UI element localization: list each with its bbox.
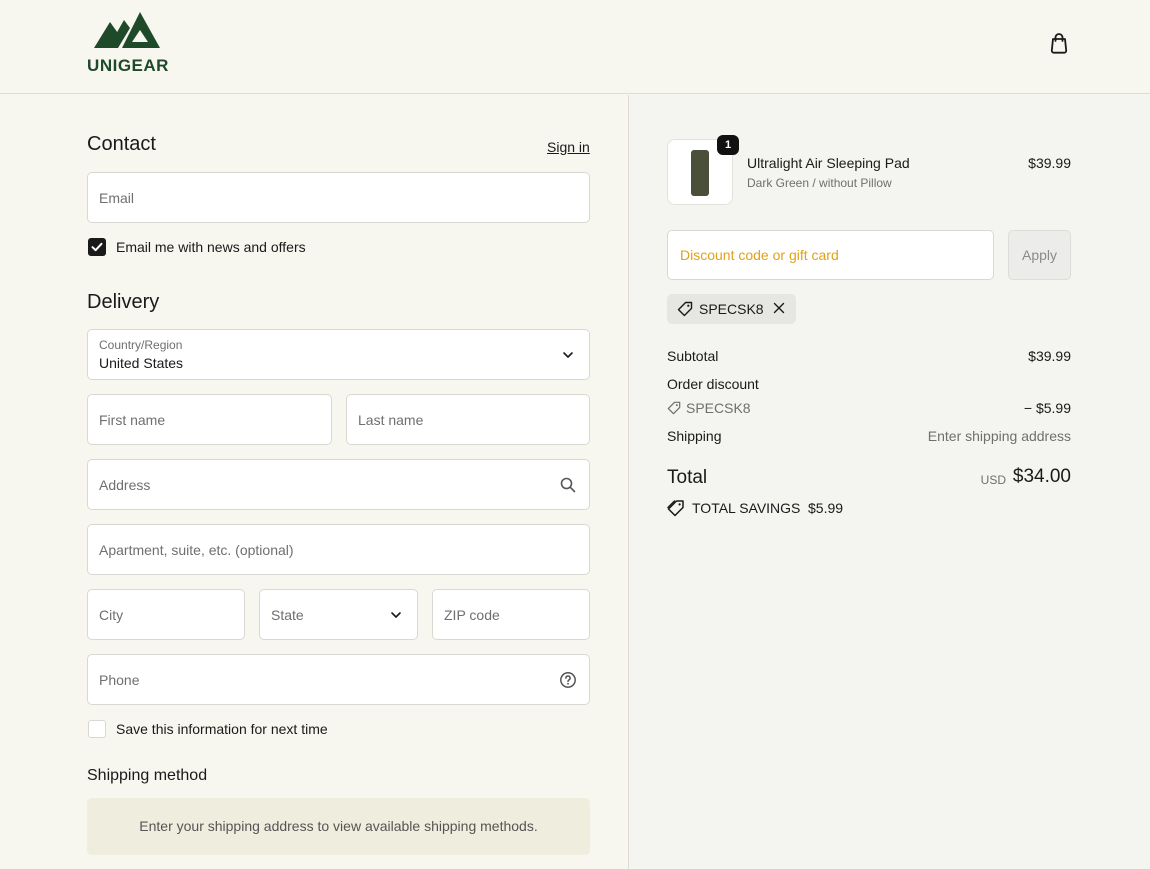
address-placeholder: Address bbox=[99, 476, 151, 493]
discount-value: − $5.99 bbox=[1023, 400, 1071, 416]
checkmark-icon bbox=[91, 242, 103, 252]
email-field[interactable]: Email bbox=[87, 172, 590, 223]
order-discount-label: Order discount bbox=[667, 376, 759, 392]
shipping-value: Enter shipping address bbox=[927, 428, 1071, 444]
shopping-bag-icon[interactable] bbox=[1046, 30, 1072, 56]
remove-discount-icon[interactable] bbox=[771, 300, 787, 316]
total-label: Total bbox=[667, 467, 708, 488]
phone-field[interactable]: Phone bbox=[87, 654, 590, 705]
zip-placeholder: ZIP code bbox=[444, 606, 500, 623]
shipping-label: Shipping bbox=[667, 428, 722, 444]
city-placeholder: City bbox=[99, 606, 124, 623]
apply-button[interactable]: Apply bbox=[1008, 230, 1071, 280]
subtotal-value: $39.99 bbox=[1028, 348, 1071, 364]
zip-field[interactable]: ZIP code bbox=[432, 589, 590, 640]
total-value: $34.00 bbox=[1012, 466, 1071, 487]
address-field[interactable]: Address bbox=[87, 459, 590, 510]
product-image bbox=[691, 150, 709, 196]
state-placeholder: State bbox=[271, 606, 304, 623]
search-icon bbox=[559, 476, 577, 494]
phone-placeholder: Phone bbox=[99, 671, 140, 688]
country-select[interactable]: Country/Region United States bbox=[87, 329, 590, 380]
country-label: Country/Region bbox=[99, 338, 183, 352]
total-currency: USD bbox=[980, 473, 1006, 487]
subtotal-label: Subtotal bbox=[667, 348, 719, 364]
city-field[interactable]: City bbox=[87, 589, 245, 640]
site-header: UNIGEAR bbox=[0, 0, 1150, 94]
savings-value: $5.99 bbox=[808, 500, 844, 516]
sign-in-link[interactable]: Sign in bbox=[547, 139, 590, 155]
unigear-logo[interactable]: UNIGEAR bbox=[86, 12, 170, 75]
apartment-field[interactable]: Apartment, suite, etc. (optional) bbox=[87, 524, 590, 575]
contact-heading: Contact bbox=[87, 133, 156, 155]
discount-placeholder: Discount code or gift card bbox=[680, 247, 839, 263]
applied-discount-code: SPECSK8 bbox=[699, 301, 764, 317]
product-price: $39.99 bbox=[1028, 155, 1071, 171]
first-name-placeholder: First name bbox=[99, 411, 166, 428]
savings-tag-icon bbox=[667, 499, 685, 517]
newsletter-label: Email me with news and offers bbox=[116, 239, 306, 255]
chevron-down-icon bbox=[559, 346, 577, 364]
discount-code-input[interactable]: Discount code or gift card bbox=[667, 230, 994, 280]
country-value: United States bbox=[99, 355, 184, 371]
quantity-badge: 1 bbox=[717, 135, 739, 155]
chevron-down-icon bbox=[387, 606, 405, 624]
tag-icon bbox=[667, 401, 681, 418]
applied-discount-chip: SPECSK8 bbox=[667, 294, 796, 324]
product-variant: Dark Green / without Pillow bbox=[747, 176, 892, 190]
discount-code-text: SPECSK8 bbox=[686, 400, 751, 416]
product-name: Ultralight Air Sleeping Pad bbox=[747, 155, 910, 171]
checkout-form: Contact Sign in Email Email me with news… bbox=[0, 95, 628, 869]
shipping-method-heading: Shipping method bbox=[87, 767, 208, 784]
delivery-heading: Delivery bbox=[87, 291, 160, 313]
email-placeholder: Email bbox=[99, 189, 135, 206]
shipping-method-info: Enter your shipping address to view avai… bbox=[87, 798, 590, 855]
tag-icon bbox=[677, 301, 693, 317]
save-info-checkbox[interactable] bbox=[88, 720, 106, 738]
logo-text: UNIGEAR bbox=[87, 56, 169, 75]
apartment-placeholder: Apartment, suite, etc. (optional) bbox=[99, 541, 294, 558]
newsletter-checkbox[interactable] bbox=[88, 238, 106, 256]
mountain-logo-icon bbox=[94, 12, 160, 48]
last-name-field[interactable]: Last name bbox=[346, 394, 590, 445]
save-info-label: Save this information for next time bbox=[116, 721, 328, 737]
savings-label: TOTAL SAVINGS bbox=[692, 500, 801, 516]
state-select[interactable]: State bbox=[259, 589, 418, 640]
last-name-placeholder: Last name bbox=[358, 411, 424, 428]
first-name-field[interactable]: First name bbox=[87, 394, 332, 445]
order-summary: 1 Ultralight Air Sleeping Pad Dark Green… bbox=[629, 95, 1150, 869]
help-icon[interactable] bbox=[559, 671, 577, 689]
